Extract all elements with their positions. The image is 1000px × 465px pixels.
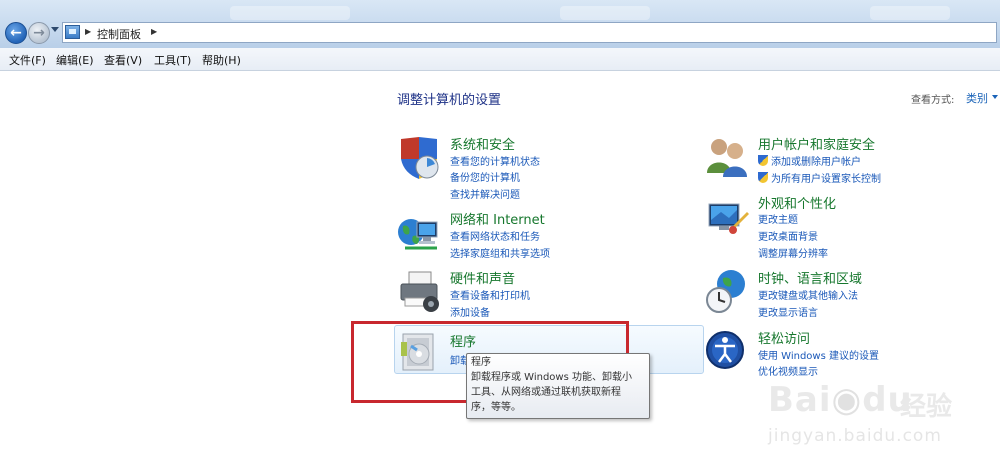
link-view-network-status[interactable]: 查看网络状态和任务: [450, 228, 540, 243]
category-clock-language-title[interactable]: 时钟、语言和区域: [758, 268, 862, 287]
page-title: 调整计算机的设置: [397, 93, 502, 108]
link-change-theme[interactable]: 更改主题: [758, 211, 798, 226]
uac-shield-icon: [758, 155, 768, 166]
view-by-chevron-icon[interactable]: [992, 95, 998, 99]
menu-edit[interactable]: 编辑(E): [56, 52, 94, 68]
link-parental-controls[interactable]: 为所有用户设置家长控制: [758, 170, 881, 185]
link-backup-computer[interactable]: 备份您的计算机: [450, 169, 520, 184]
hardware-sound-icon[interactable]: [397, 268, 441, 314]
link-change-background[interactable]: 更改桌面背景: [758, 228, 818, 243]
forward-arrow-icon: →: [33, 25, 45, 41]
system-security-icon[interactable]: [397, 135, 441, 181]
link-homegroup-sharing[interactable]: 选择家庭组和共享选项: [450, 245, 550, 260]
link-devices-printers[interactable]: 查看设备和打印机: [450, 287, 530, 302]
watermark-url: jingyan.baidu.com: [768, 426, 942, 446]
menu-view[interactable]: 查看(V): [104, 52, 142, 68]
baidu-jingyan-watermark: Bai◉du 经验 jingyan.baidu.com: [760, 376, 990, 458]
tooltip-line-1: 卸载程序或 Windows 功能、卸载小: [471, 372, 632, 383]
back-arrow-icon: ←: [10, 25, 22, 41]
category-hardware-sound-title[interactable]: 硬件和声音: [450, 268, 515, 287]
menu-help[interactable]: 帮助(H): [202, 52, 241, 68]
breadcrumb-separator-icon[interactable]: ▶: [151, 27, 157, 36]
watermark-logo-text: Bai◉du: [768, 380, 913, 420]
tooltip-line-3: 序，等等。: [471, 402, 521, 413]
link-find-fix-problems[interactable]: 查找并解决问题: [450, 186, 520, 201]
tooltip-line-2: 工具、从网络或通过联机获取新程: [471, 387, 621, 398]
ease-of-access-icon[interactable]: [705, 328, 749, 374]
category-appearance-title[interactable]: 外观和个性化: [758, 193, 836, 212]
link-change-keyboard[interactable]: 更改键盘或其他输入法: [758, 287, 858, 302]
clock-language-icon[interactable]: [705, 268, 749, 314]
link-view-computer-status[interactable]: 查看您的计算机状态: [450, 153, 540, 168]
link-change-display-language[interactable]: 更改显示语言: [758, 304, 818, 319]
link-add-remove-accounts[interactable]: 添加或删除用户帐户: [758, 153, 861, 168]
menu-file[interactable]: 文件(F): [9, 52, 46, 68]
category-user-accounts-title[interactable]: 用户帐户和家庭安全: [758, 134, 875, 153]
forward-button[interactable]: →: [28, 22, 50, 44]
link-add-remove-accounts-label: 添加或删除用户帐户: [771, 157, 861, 168]
address-bar[interactable]: ▶ 控制面板 ▶: [62, 22, 997, 43]
control-panel-icon: [65, 25, 80, 39]
category-ease-of-access-title[interactable]: 轻松访问: [758, 328, 810, 347]
breadcrumb-separator-icon[interactable]: ▶: [85, 27, 91, 36]
appearance-icon[interactable]: [705, 196, 749, 242]
watermark-cn-text: 经验: [900, 392, 953, 422]
programs-tooltip: 程序 卸载程序或 Windows 功能、卸载小 工具、从网络或通过联机获取新程 …: [466, 353, 650, 419]
user-accounts-icon[interactable]: [705, 135, 749, 181]
category-network-internet-title[interactable]: 网络和 Internet: [450, 209, 545, 228]
link-parental-controls-label: 为所有用户设置家长控制: [771, 174, 881, 185]
breadcrumb-control-panel[interactable]: 控制面板: [97, 26, 141, 42]
tooltip-title: 程序: [471, 357, 491, 368]
menu-tools[interactable]: 工具(T): [154, 52, 191, 68]
link-add-device[interactable]: 添加设备: [450, 304, 490, 319]
paw-icon: ◉: [831, 380, 863, 420]
uac-shield-icon: [758, 172, 768, 183]
link-recommended-settings[interactable]: 使用 Windows 建议的设置: [758, 347, 879, 362]
category-system-security-title[interactable]: 系统和安全: [450, 134, 515, 153]
link-adjust-resolution[interactable]: 调整屏幕分辨率: [758, 245, 828, 260]
view-by-dropdown[interactable]: 类别: [966, 90, 988, 106]
view-by-label: 查看方式:: [911, 95, 955, 106]
history-dropdown-icon[interactable]: [51, 27, 59, 32]
network-internet-icon[interactable]: [397, 212, 441, 258]
menu-bar: 文件(F) 编辑(E) 查看(V) 工具(T) 帮助(H): [0, 48, 1000, 71]
back-button[interactable]: ←: [5, 22, 27, 44]
